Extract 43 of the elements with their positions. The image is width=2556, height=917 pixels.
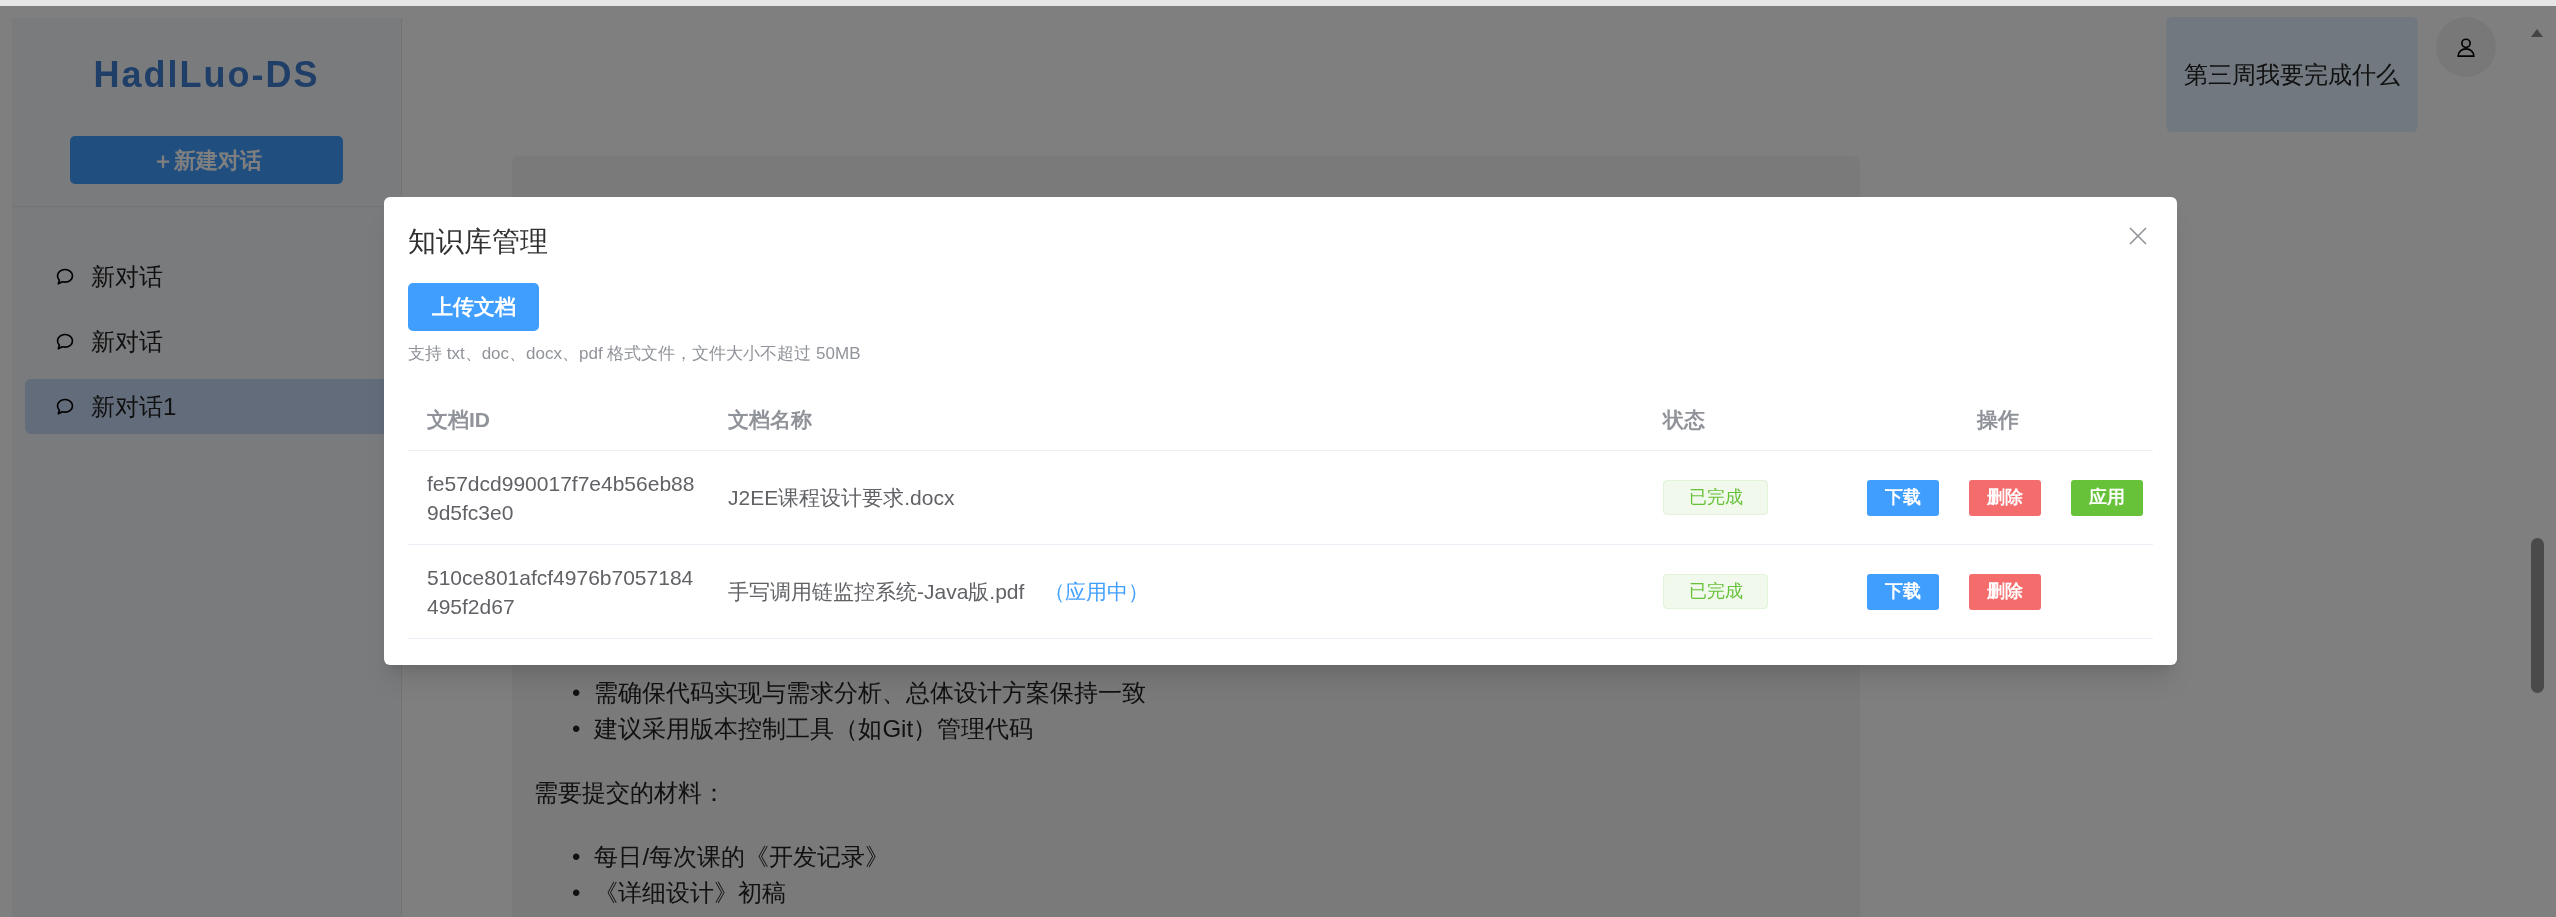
conversation-item[interactable]: 新对话 xyxy=(25,249,401,304)
chat-bubble-icon xyxy=(55,331,75,352)
column-header: 文档ID xyxy=(427,407,490,431)
bullet: • xyxy=(572,678,581,708)
document-name: 手写调用链监控系统-Java版.pdf xyxy=(728,579,1025,603)
action-button[interactable]: 删除 xyxy=(1969,479,2041,516)
user-icon xyxy=(2455,36,2477,58)
new-chat-button[interactable]: ＋新建对话 xyxy=(70,136,343,184)
status-tag: 已完成 xyxy=(1663,480,1768,515)
column-header: 状态 xyxy=(1663,407,1705,431)
chat-bubble-icon xyxy=(55,396,75,417)
column-header: 文档名称 xyxy=(728,407,812,431)
action-button[interactable]: 下载 xyxy=(1867,573,1939,610)
scrollbar-thumb[interactable] xyxy=(2530,538,2544,693)
scroll-up-icon[interactable] xyxy=(2530,28,2544,38)
user-message: 第三周我要完成什么 xyxy=(2166,17,2418,132)
action-button[interactable]: 下载 xyxy=(1867,479,1939,516)
action-button[interactable]: 应用 xyxy=(2071,479,2143,516)
list-item: 建议采用版本控制工具（如Git）管理代码 xyxy=(594,714,1034,744)
dialog-title: 知识库管理 xyxy=(408,225,548,259)
status-tag: 已完成 xyxy=(1663,574,1768,609)
conversation-item[interactable]: 新对话 xyxy=(25,314,401,369)
document-id: fe57dcd990017f7e4b56eb889d5fc3e0 xyxy=(427,470,696,526)
list-item: 《详细设计》初稿 xyxy=(594,878,787,908)
upload-hint: 支持 txt、doc、docx、pdf 格式文件，文件大小不超过 50MB xyxy=(408,343,862,365)
action-button[interactable]: 删除 xyxy=(1969,573,2041,610)
app-title: HadlLuo-DS xyxy=(93,53,320,97)
upload-button[interactable]: 上传文档 xyxy=(408,283,539,331)
paragraph: 需要提交的材料： xyxy=(534,778,727,808)
conversation-label: 新对话 xyxy=(91,326,163,357)
bullet: • xyxy=(572,878,581,908)
list-item: 每日/每次课的《开发记录》 xyxy=(594,842,890,872)
document-name: J2EE课程设计要求.docx xyxy=(728,485,955,509)
conversation-label: 新对话1 xyxy=(91,391,177,422)
column-header: 操作 xyxy=(1977,407,2019,431)
close-icon[interactable] xyxy=(2129,227,2147,245)
in-use-label: （应用中） xyxy=(1044,579,1150,603)
chat-bubble-icon xyxy=(55,266,75,287)
document-id: 510ce801afcf4976b7057184495f2d67 xyxy=(427,564,695,620)
conversation-label: 新对话 xyxy=(91,261,163,292)
list-item: 需确保代码实现与需求分析、总体设计方案保持一致 xyxy=(594,678,1147,708)
bullet: • xyxy=(572,842,581,872)
bullet: • xyxy=(572,714,581,744)
